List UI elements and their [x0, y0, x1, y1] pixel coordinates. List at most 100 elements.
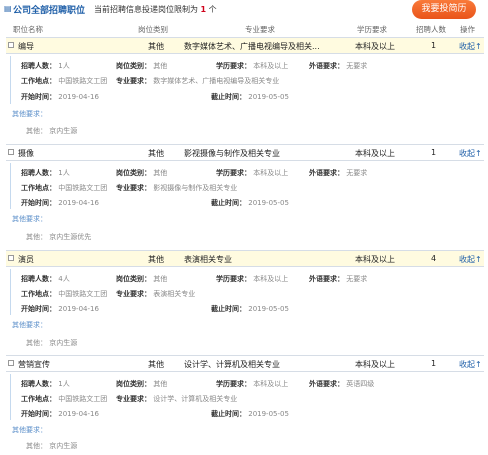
collapse-link[interactable]: 收起↑ — [459, 41, 482, 52]
job-checkbox[interactable] — [8, 360, 14, 366]
notice-prefix: 当前招聘信息投递岗位限制为 — [94, 5, 198, 14]
job-row[interactable]: 营销宣传 其他 设计学、计算机及相关专业 本科及以上 1 收起↑ — [6, 355, 484, 372]
notice-suffix: 个 — [208, 5, 217, 14]
job-name: 编导 — [18, 42, 34, 51]
label: 其他： — [26, 339, 47, 347]
job-row[interactable]: 摄像 其他 影视摄像与制作及相关专业 本科及以上 1 收起↑ — [6, 144, 484, 161]
label: 专业要求： — [116, 290, 151, 298]
job-count: 1 — [431, 148, 437, 157]
label: 招聘人数： — [21, 169, 56, 177]
label: 开始时间： — [21, 410, 56, 418]
job-name: 演员 — [18, 255, 34, 264]
label: 岗位类别： — [116, 380, 151, 388]
detail-location: 中国铁路文工团 — [58, 184, 108, 192]
detail-end: 2019-05-05 — [248, 199, 289, 207]
label: 岗位类别： — [116, 169, 151, 177]
collapse-link[interactable]: 收起↑ — [459, 254, 482, 265]
detail-count: 1人 — [58, 169, 70, 177]
label: 外语要求： — [309, 275, 344, 283]
other-value: 京内生源 — [49, 339, 78, 347]
label: 招聘人数： — [21, 275, 56, 283]
label: 工作地点： — [21, 184, 56, 192]
label: 开始时间： — [21, 305, 56, 313]
job-detail: 招聘人数： 1人 岗位类别： 其他 学历要求： 本科及以上 外语要求： 无要求 … — [10, 163, 484, 209]
label: 专业要求： — [116, 395, 151, 403]
detail-location: 中国铁路文工团 — [58, 395, 108, 403]
label: 其他： — [26, 442, 47, 450]
detail-language: 英语四级 — [346, 380, 375, 388]
job-degree: 本科及以上 — [355, 360, 395, 369]
col-degree: 学历要求 — [357, 25, 387, 34]
job-major: 设计学、计算机及相关专业 — [184, 360, 280, 369]
label: 开始时间： — [21, 93, 56, 101]
col-count: 招聘人数 — [416, 25, 446, 34]
detail-language: 无要求 — [346, 275, 368, 283]
detail-location: 中国铁路文工团 — [58, 290, 108, 298]
detail-category: 其他 — [153, 275, 168, 283]
detail-language: 无要求 — [346, 62, 368, 70]
detail-category: 其他 — [153, 62, 168, 70]
detail-location: 中国铁路文工团 — [58, 77, 108, 85]
label: 岗位类别： — [116, 275, 151, 283]
job-category: 其他 — [148, 42, 164, 51]
detail-major: 数字媒体艺术、广播电视编导及相关专业 — [153, 77, 280, 85]
detail-degree: 本科及以上 — [253, 275, 289, 283]
label: 开始时间： — [21, 199, 56, 207]
detail-end: 2019-05-05 — [248, 305, 289, 313]
col-job-name: 职位名称 — [13, 25, 43, 34]
job-checkbox[interactable] — [8, 42, 14, 48]
job-degree: 本科及以上 — [355, 255, 395, 264]
col-major: 专业要求 — [245, 25, 275, 34]
detail-language: 无要求 — [346, 169, 368, 177]
other-value: 京内生源 — [49, 442, 78, 450]
label: 招聘人数： — [21, 380, 56, 388]
job-detail: 招聘人数： 4人 岗位类别： 其他 学历要求： 本科及以上 外语要求： 无要求 … — [10, 269, 484, 315]
detail-degree: 本科及以上 — [253, 62, 289, 70]
job-major: 影视摄像与制作及相关专业 — [184, 149, 280, 158]
job-checkbox[interactable] — [8, 149, 14, 155]
label: 其他： — [26, 233, 47, 241]
label: 招聘人数： — [21, 62, 56, 70]
detail-count: 4人 — [58, 275, 70, 283]
top-bar: ▤ 公司全部招聘职位 当前招聘信息投递岗位限制为 1 个 我要投简历 — [0, 0, 488, 22]
other-requirements: 其他： 京内生源 — [26, 126, 77, 136]
detail-start: 2019-04-16 — [58, 199, 99, 207]
job-degree: 本科及以上 — [355, 149, 395, 158]
job-category: 其他 — [148, 360, 164, 369]
label: 外语要求： — [309, 380, 344, 388]
job-checkbox[interactable] — [8, 255, 14, 261]
detail-category: 其他 — [153, 380, 168, 388]
other-requirements: 其他： 京内生源 — [26, 338, 77, 348]
label: 截止时间： — [211, 305, 246, 313]
collapse-link[interactable]: 收起↑ — [459, 359, 482, 370]
other-requirements: 其他： 京内生源 — [26, 441, 77, 451]
collapse-link[interactable]: 收起↑ — [459, 148, 482, 159]
detail-degree: 本科及以上 — [253, 380, 289, 388]
detail-count: 1人 — [58, 62, 70, 70]
job-major: 表演相关专业 — [184, 255, 232, 264]
label: 外语要求： — [309, 169, 344, 177]
detail-major: 设计学、计算机及相关专业 — [153, 395, 238, 403]
other-requirements-heading: 其他要求： — [12, 321, 47, 329]
label: 专业要求： — [116, 77, 151, 85]
job-row[interactable]: 演员 其他 表演相关专业 本科及以上 4 收起↑ — [6, 250, 484, 267]
apply-resume-button[interactable]: 我要投简历 — [412, 0, 476, 19]
detail-major: 影视摄像与制作及相关专业 — [153, 184, 238, 192]
detail-major: 表演相关专业 — [153, 290, 196, 298]
label: 学历要求： — [216, 275, 251, 283]
job-category: 其他 — [148, 255, 164, 264]
job-count: 1 — [431, 359, 437, 368]
other-requirements-heading: 其他要求： — [12, 215, 47, 223]
job-major: 数字媒体艺术、广播电视编导及相关... — [184, 42, 320, 51]
other-requirements-heading: 其他要求： — [12, 110, 47, 118]
detail-start: 2019-04-16 — [58, 305, 99, 313]
detail-end: 2019-05-05 — [248, 93, 289, 101]
label: 截止时间： — [211, 93, 246, 101]
detail-start: 2019-04-16 — [58, 410, 99, 418]
label: 工作地点： — [21, 290, 56, 298]
job-row[interactable]: 编导 其他 数字媒体艺术、广播电视编导及相关... 本科及以上 1 收起↑ — [6, 37, 484, 54]
label: 截止时间： — [211, 199, 246, 207]
label: 工作地点： — [21, 77, 56, 85]
label: 岗位类别： — [116, 62, 151, 70]
column-header: 职位名称 岗位类别 专业要求 学历要求 招聘人数 操作 — [0, 24, 488, 35]
